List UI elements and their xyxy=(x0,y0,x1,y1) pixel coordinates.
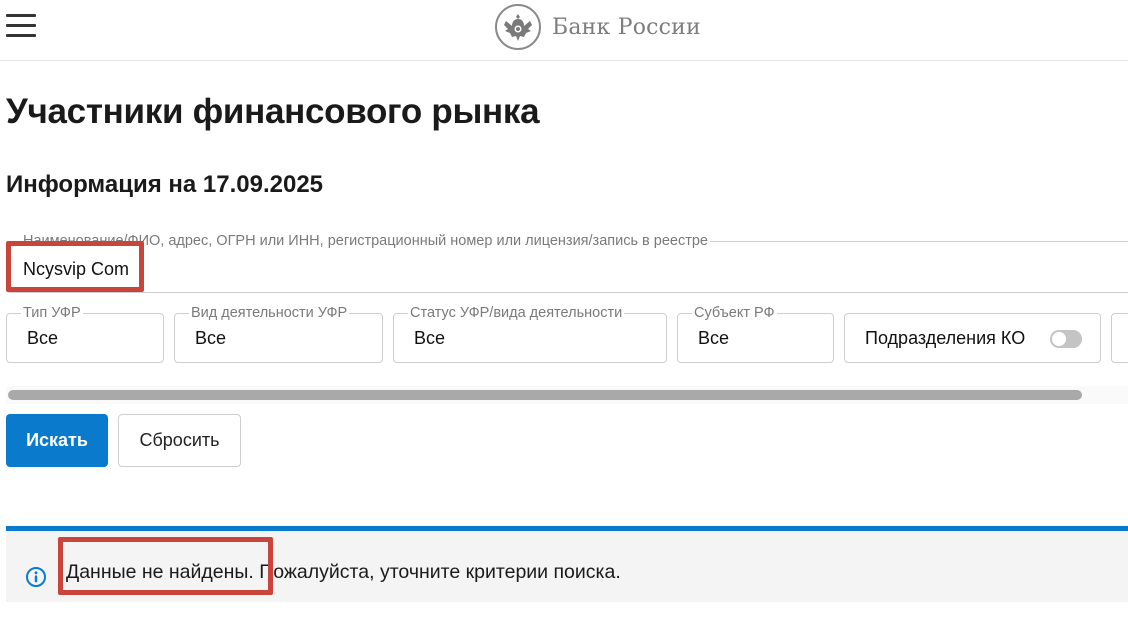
toggle-knob xyxy=(1052,332,1066,346)
search-input-value[interactable]: Ncysvip Com xyxy=(23,259,129,280)
branches-toggle-switch[interactable] xyxy=(1050,330,1082,348)
filter-value: Все xyxy=(414,328,446,348)
no-results-alert: Данные не найдены. Пожалуйста, уточните … xyxy=(6,526,1128,602)
horizontal-scrollbar[interactable] xyxy=(6,386,1128,404)
search-field-label: Наименование/ФИО, адрес, ОГРН или ИНН, р… xyxy=(21,233,710,249)
filter-label: Тип УФР xyxy=(21,305,83,321)
top-bar: Банк России xyxy=(0,0,1128,61)
filter-value: Все xyxy=(698,328,730,348)
filter-status[interactable]: Статус УФР/вида деятельности Все xyxy=(393,305,667,363)
filter-label: Субъект РФ xyxy=(692,305,777,321)
reset-button[interactable]: Сбросить xyxy=(118,414,241,467)
toggle-label: Подразделения КО xyxy=(865,328,1026,348)
filter-value: Все xyxy=(27,328,59,348)
branches-toggle-filter: Подразделения КО xyxy=(844,313,1101,363)
page-title: Участники финансового рынка xyxy=(6,92,540,131)
filter-region[interactable]: Субъект РФ Все xyxy=(677,305,834,363)
filter-next-partial[interactable] xyxy=(1111,313,1128,363)
hamburger-menu-icon[interactable] xyxy=(6,14,36,38)
bank-logo[interactable]: Банк России xyxy=(494,2,701,52)
info-date-heading: Информация на 17.09.2025 xyxy=(6,171,324,198)
double-headed-eagle-emblem xyxy=(495,4,541,50)
filter-type-ufr[interactable]: Тип УФР Все xyxy=(6,305,164,363)
search-button[interactable]: Искать xyxy=(6,414,108,467)
scrollbar-thumb[interactable] xyxy=(8,390,1082,400)
brand-name: Банк России xyxy=(552,14,701,40)
filter-activity-type[interactable]: Вид деятельности УФР Все xyxy=(174,305,383,363)
no-results-message: Данные не найдены. Пожалуйста, уточните … xyxy=(66,561,621,583)
info-circle-icon xyxy=(26,567,46,587)
filter-label: Вид деятельности УФР xyxy=(189,305,350,321)
filter-value: Все xyxy=(195,328,227,348)
filter-label: Статус УФР/вида деятельности xyxy=(408,305,625,321)
search-input[interactable]: Наименование/ФИО, адрес, ОГРН или ИНН, р… xyxy=(6,233,1128,293)
